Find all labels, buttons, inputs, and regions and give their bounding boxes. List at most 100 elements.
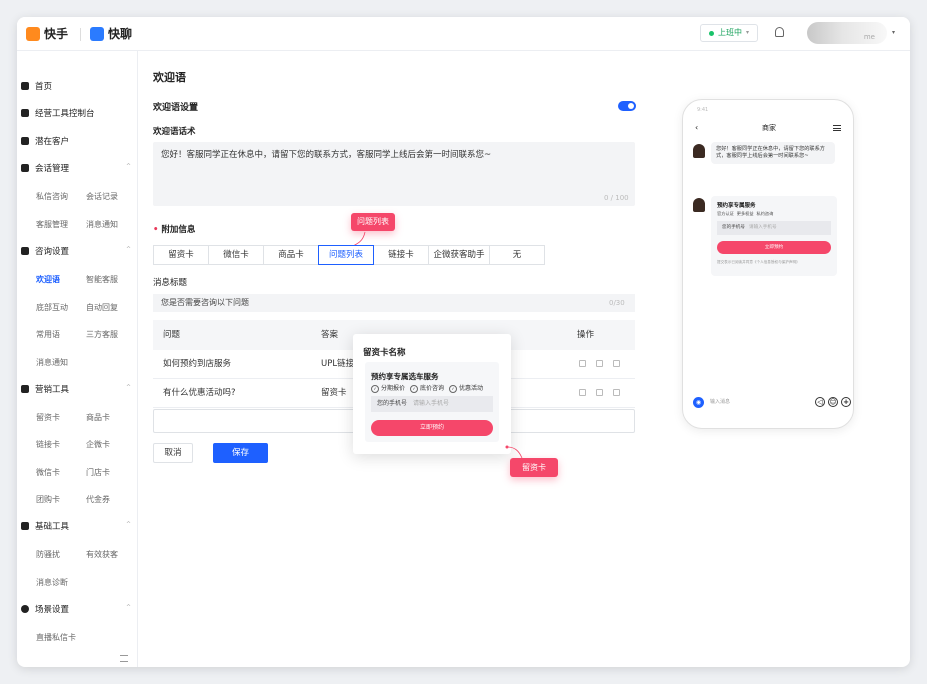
row-answer: UPL链接 [321, 359, 355, 369]
kuailiao-logo[interactable]: 快聊 [90, 25, 132, 42]
sidebar-label: 会话管理 [35, 164, 70, 174]
sidebar-item-group-buy-card[interactable]: 团购卡 [36, 494, 60, 505]
user-name-suffix: me [863, 33, 875, 41]
tab-wecom-assistant[interactable]: 企微获客助手 [428, 245, 490, 265]
kuaishou-logo[interactable]: 快手 [26, 25, 68, 42]
drag-handle-icon[interactable] [579, 360, 586, 367]
phone-status-time: 9:41 [697, 107, 709, 113]
drag-handle-icon[interactable] [579, 389, 586, 396]
chat-input-placeholder: 输入消息 [710, 399, 731, 405]
sidebar-item-product-card[interactable]: 商品卡 [86, 412, 110, 423]
option-check: 优惠活动 [449, 383, 483, 393]
msg-title-input[interactable]: 您是否需要咨询以下问题 [153, 294, 635, 312]
sidebar-item-live-dm-card[interactable]: 直播私信卡 [36, 632, 76, 643]
tab-none[interactable]: 无 [489, 245, 545, 265]
chevron-up-icon: ^ [125, 521, 131, 528]
sidebar-item-smart-cs[interactable]: 智能客服 [86, 274, 118, 285]
sidebar-item-wecom-card[interactable]: 企微卡 [86, 439, 110, 450]
phone-card-input: 您的手机号 请输入手机号 [717, 221, 831, 235]
edit-icon[interactable] [596, 389, 603, 396]
user-menu-chevron-icon[interactable]: ▾ [892, 29, 895, 36]
sidebar: 首页 经营工具控制台 潜在客户 会话管理 ^ 私信咨询 会话记录 客服管理 消息通… [17, 51, 138, 667]
sidebar-item-anti-harass[interactable]: 防骚扰 [36, 549, 60, 560]
sidebar-group-session[interactable]: 会话管理 ^ [21, 159, 131, 177]
edit-icon[interactable] [596, 360, 603, 367]
sidebar-item-potential[interactable]: 潜在客户 [21, 132, 131, 150]
app-window: 快手 快聊 上班中 ▾ me ▾ 首页 经营工具控制台 潜在客户 会话管理 ^ 私… [17, 17, 910, 667]
voice-icon: ◁ [815, 397, 825, 407]
save-button[interactable]: 保存 [213, 443, 268, 463]
emoji-icon: ☺ [828, 397, 838, 407]
col-actions: 操作 [577, 330, 595, 340]
required-mark: • [153, 225, 159, 235]
sidebar-label: 潜在客户 [35, 137, 70, 147]
phone-card-option: 私约咨询 [756, 211, 774, 216]
sidebar-item-lead-card[interactable]: 留资卡 [36, 412, 60, 423]
sidebar-item-private-msg[interactable]: 私信咨询 [36, 191, 68, 202]
sidebar-item-third-party-cs[interactable]: 三方客服 [86, 329, 118, 340]
row-question: 如何预约到店服务 [163, 359, 232, 369]
toolbox-icon [21, 522, 29, 530]
chevron-up-icon: ^ [125, 384, 131, 391]
kuailiao-icon [90, 26, 104, 41]
script-char-count: 0 / 100 [604, 194, 629, 202]
sidebar-group-basic[interactable]: 基础工具 ^ [21, 517, 131, 535]
attach-info-text: 附加信息 [161, 225, 196, 235]
msg-title-char-count: 0/30 [609, 299, 625, 307]
sidebar-item-bottom-interact[interactable]: 底部互动 [36, 302, 68, 313]
phone-input-placeholder: 请输入手机号 [413, 400, 450, 407]
user-avatar-blurred[interactable]: me [807, 22, 887, 44]
briefcase-icon [21, 385, 29, 393]
tab-lead-card[interactable]: 留资卡 [153, 245, 209, 265]
tab-question-list[interactable]: 问题列表 [318, 245, 374, 265]
sidebar-item-store-card[interactable]: 门店卡 [86, 467, 110, 478]
phone-card-button: 立即预约 [717, 241, 831, 254]
phone-input-bar: ◉ 输入消息 ◁ ☺ + [683, 392, 853, 414]
sidebar-item-msg-diagnosis[interactable]: 消息诊断 [36, 577, 68, 588]
sidebar-group-consult[interactable]: 咨询设置 ^ [21, 242, 131, 260]
sidebar-group-marketing[interactable]: 营销工具 ^ [21, 380, 131, 398]
sidebar-label: 营销工具 [35, 385, 70, 395]
sidebar-item-common-phrases[interactable]: 常用语 [36, 329, 60, 340]
tab-product-card[interactable]: 商品卡 [263, 245, 319, 265]
sidebar-item-home[interactable]: 首页 [21, 77, 131, 95]
cancel-button[interactable]: 取消 [153, 443, 193, 463]
tab-wechat-card[interactable]: 微信卡 [208, 245, 264, 265]
phone-card-options: 官方认证 更多权益 私约咨询 [717, 211, 773, 217]
notification-bell-icon[interactable] [775, 27, 784, 37]
sidebar-item-auto-reply[interactable]: 自动回复 [86, 302, 118, 313]
welcome-enable-toggle[interactable] [618, 101, 636, 111]
sidebar-item-voucher[interactable]: 代金券 [86, 494, 110, 505]
sidebar-item-msg-notify[interactable]: 消息通知 [86, 219, 118, 230]
phone-input-label: 您的手机号 [377, 400, 408, 407]
sidebar-item-link-card[interactable]: 链接卡 [36, 439, 60, 450]
attach-type-tabs: 留资卡 微信卡 商品卡 问题列表 链接卡 企微获客助手 无 [153, 245, 545, 265]
sidebar-label: 基础工具 [35, 522, 70, 532]
delete-icon[interactable] [613, 360, 620, 367]
sidebar-label: 场景设置 [35, 605, 70, 615]
row-question: 有什么优惠活动吗? [163, 388, 236, 398]
sidebar-item-console[interactable]: 经营工具控制台 [21, 104, 131, 122]
kuaishou-label: 快手 [44, 27, 69, 41]
plus-icon: + [841, 397, 851, 407]
sidebar-item-msg-notify-2[interactable]: 消息通知 [36, 357, 68, 368]
users-icon [21, 137, 29, 145]
sidebar-item-effective-leads[interactable]: 有效获客 [86, 549, 118, 560]
col-answer: 答案 [321, 330, 339, 340]
phone-lead-card: 预约享专属服务 官方认证 更多权益 私约咨询 您的手机号 请输入手机号 立即预约 … [711, 196, 837, 276]
collapse-sidebar-icon[interactable] [120, 655, 128, 662]
sidebar-item-cs-mgmt[interactable]: 客服管理 [36, 219, 68, 230]
page-title: 欢迎语 [153, 71, 186, 84]
sidebar-item-wechat-card[interactable]: 微信卡 [36, 467, 60, 478]
sidebar-group-scene[interactable]: 场景设置 ^ [21, 600, 131, 618]
tab-link-card[interactable]: 链接卡 [373, 245, 429, 265]
sidebar-item-welcome[interactable]: 欢迎语 [36, 274, 60, 285]
sidebar-item-session-record[interactable]: 会话记录 [86, 191, 118, 202]
work-status-dropdown[interactable]: 上班中 ▾ [700, 24, 759, 42]
welcome-script-text: 您好！客服同学正在休息中，请留下您的联系方式，客服同学上线后会第一时间联系您~ [161, 150, 492, 160]
callout-question-list: 问题列表 [351, 213, 395, 231]
welcome-script-textarea[interactable]: 您好！客服同学正在休息中，请留下您的联系方式，客服同学上线后会第一时间联系您~ [153, 142, 635, 206]
lead-card-preview-popup: 留资卡名称 预约享专属选车服务 分期报价 底价咨询 优惠活动 您的手机号请输入手… [353, 334, 511, 454]
delete-icon[interactable] [613, 389, 620, 396]
popup-title: 留资卡名称 [363, 348, 406, 358]
